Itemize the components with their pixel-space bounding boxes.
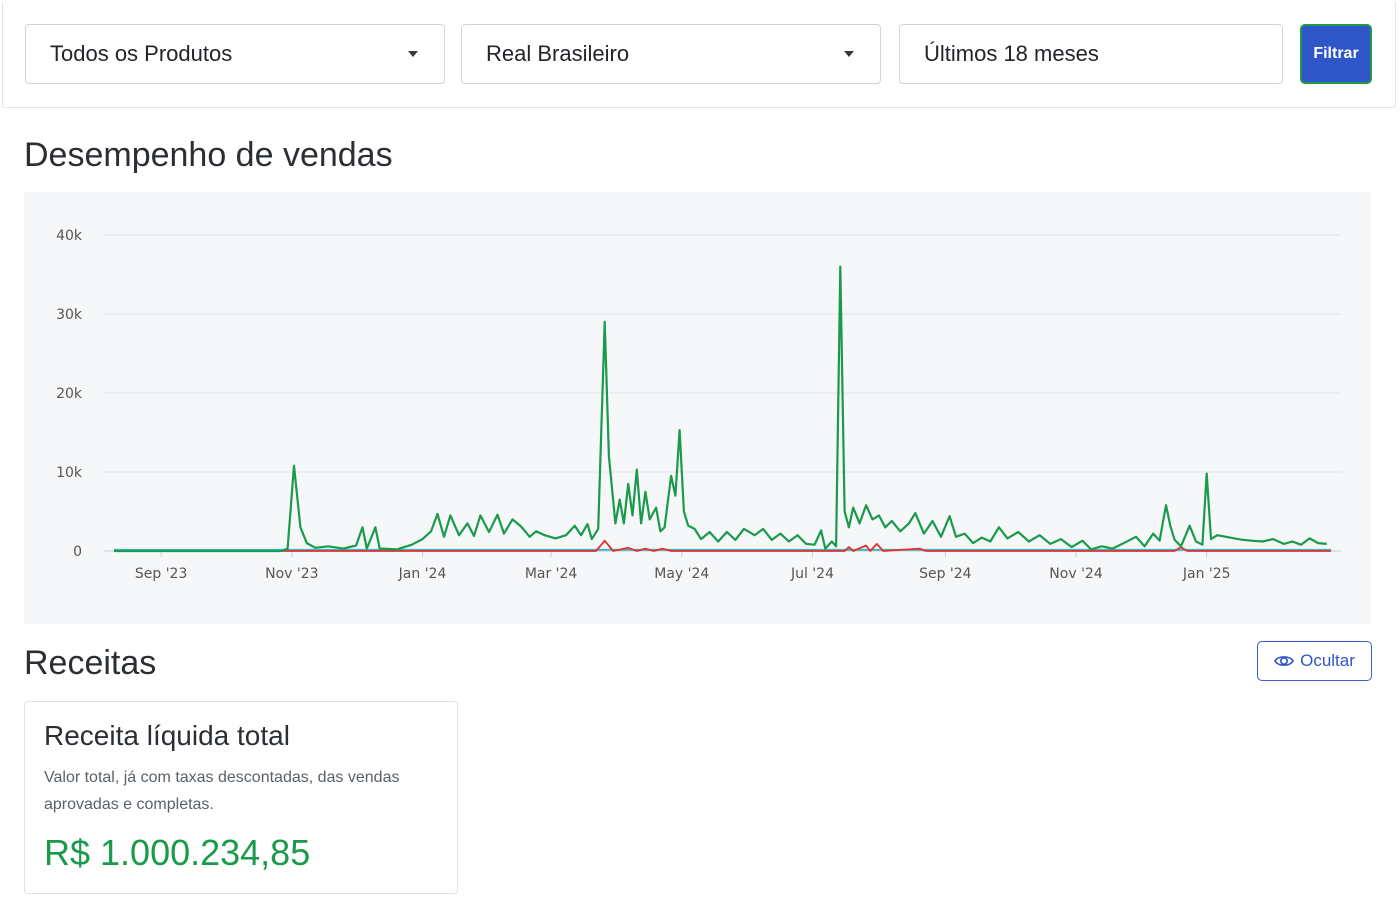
hide-button[interactable]: Ocultar bbox=[1257, 641, 1372, 681]
product-select-value: Todos os Produtos bbox=[50, 41, 233, 66]
revenue-section-title: Receitas bbox=[24, 644, 157, 682]
product-select[interactable]: Todos os Produtos bbox=[25, 24, 445, 84]
card-description: Valor total, já com taxas descontadas, d… bbox=[44, 769, 400, 813]
series-line-0 bbox=[114, 265, 1327, 553]
y-tick-label: 0 bbox=[73, 544, 82, 560]
y-tick-label: 20k bbox=[56, 386, 83, 402]
sales-chart: 0 10k 20k 30k 40k Sep '23 Nov '23 Jan '24 Mar '2… bbox=[24, 192, 1371, 624]
period-input[interactable] bbox=[899, 24, 1283, 84]
net-revenue-value: R$ 1.000.234,85 bbox=[44, 832, 311, 873]
filter-bar: Todos os Produtos Real Brasileiro Filtra… bbox=[2, 2, 1396, 108]
currency-select[interactable]: Real Brasileiro bbox=[461, 24, 881, 84]
net-revenue-card: Receita líquida total Valor total, já co… bbox=[24, 701, 458, 894]
x-tick-label: Nov '23 bbox=[265, 566, 318, 582]
x-tick-label: Jan '24 bbox=[398, 566, 447, 582]
sales-section-title: Desempenho de vendas bbox=[24, 136, 393, 174]
card-title: Receita líquida total bbox=[44, 720, 290, 751]
x-tick-label: Jan '25 bbox=[1182, 566, 1231, 582]
eye-icon bbox=[1274, 656, 1295, 666]
x-tick-label: Sep '24 bbox=[919, 566, 972, 582]
hide-button-label: Ocultar bbox=[1300, 651, 1355, 670]
x-tick-label: Sep '23 bbox=[135, 566, 188, 582]
currency-select-value: Real Brasileiro bbox=[486, 41, 630, 66]
x-tick-label: Nov '24 bbox=[1049, 566, 1103, 582]
filter-button[interactable]: Filtrar bbox=[1300, 24, 1372, 84]
x-tick-label: Jul '24 bbox=[790, 566, 834, 582]
y-tick-label: 10k bbox=[56, 465, 83, 481]
x-tick-label: May '24 bbox=[654, 566, 709, 582]
caret-down-icon bbox=[408, 51, 418, 57]
sales-chart-svg: 0 10k 20k 30k 40k Sep '23 Nov '23 Jan '24 Mar '2… bbox=[56, 228, 1341, 582]
y-tick-label: 30k bbox=[56, 307, 83, 323]
y-tick-label: 40k bbox=[56, 228, 83, 244]
caret-down-icon bbox=[844, 51, 854, 57]
x-tick-label: Mar '24 bbox=[525, 566, 578, 582]
